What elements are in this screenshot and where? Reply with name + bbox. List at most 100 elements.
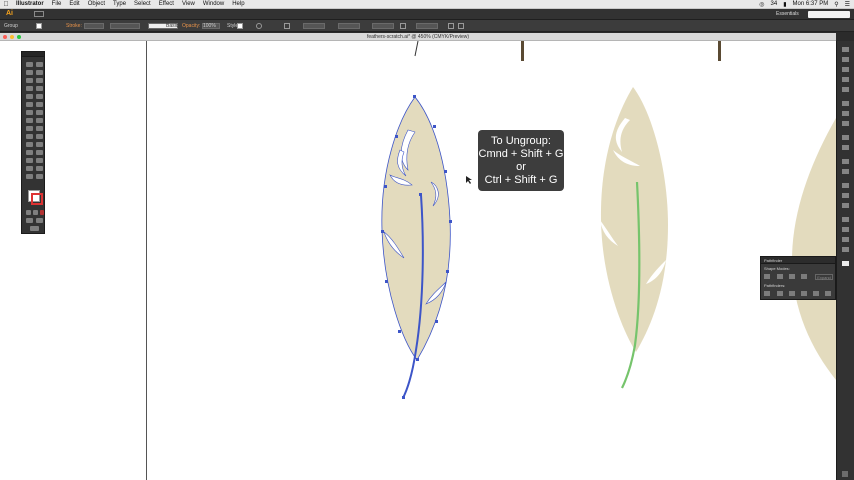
eyedropper-tool-icon[interactable]	[36, 142, 43, 147]
menu-type[interactable]: Type	[109, 0, 130, 9]
constrain-proportions-icon[interactable]	[400, 23, 406, 29]
minus-front-button[interactable]	[777, 274, 783, 279]
slice-tool-icon[interactable]	[26, 166, 33, 171]
fill-swatch[interactable]	[36, 23, 42, 29]
more-options-icon[interactable]	[458, 23, 464, 29]
paragraph-panel-icon[interactable]	[842, 203, 849, 208]
rotate-tool-icon[interactable]	[26, 110, 33, 115]
minus-back-button[interactable]	[825, 291, 831, 296]
intersect-button[interactable]	[789, 274, 795, 279]
mesh-tool-icon[interactable]	[36, 134, 43, 139]
scissors-tool-icon[interactable]	[36, 102, 43, 107]
arrange-documents-button[interactable]	[34, 11, 44, 17]
live-paint-tool-icon[interactable]	[36, 126, 43, 131]
lasso-tool-icon[interactable]	[36, 70, 43, 75]
menu-select[interactable]: Select	[130, 0, 155, 9]
perspective-grid-tool-icon[interactable]	[26, 134, 33, 139]
menu-window[interactable]: Window	[199, 0, 228, 9]
gradient-mode-icon[interactable]	[33, 210, 38, 215]
resize-corner-icon[interactable]	[842, 471, 848, 477]
y-field[interactable]	[338, 23, 360, 29]
height-field[interactable]	[416, 23, 438, 29]
opacity-label[interactable]: Opacity:	[182, 23, 200, 29]
pathfinder-panel-icon[interactable]	[842, 261, 849, 266]
graph-tool-icon[interactable]	[26, 158, 33, 163]
shape-builder-tool-icon[interactable]	[26, 126, 33, 131]
none-mode-icon[interactable]	[40, 210, 44, 215]
x-field[interactable]	[303, 23, 325, 29]
selected-feather-group[interactable]	[381, 95, 452, 399]
ellipse-tool-icon[interactable]	[36, 86, 43, 91]
apple-menu-icon[interactable]: 	[0, 1, 12, 8]
feather-body[interactable]	[600, 87, 668, 352]
menu-view[interactable]: View	[178, 0, 199, 9]
crop-button[interactable]	[801, 291, 807, 296]
align-to-icon[interactable]	[284, 23, 290, 29]
symbols-panel-icon[interactable]	[842, 87, 849, 92]
menu-edit[interactable]: Edit	[65, 0, 83, 9]
outline-button[interactable]	[813, 291, 819, 296]
pen-tool-icon[interactable]	[26, 78, 33, 83]
color-mode-icon[interactable]	[26, 210, 31, 215]
tool-icon[interactable]	[36, 174, 43, 179]
screen-mode-icon[interactable]	[30, 226, 39, 231]
menu-object[interactable]: Object	[84, 0, 109, 9]
menu-illustrator[interactable]: Illustrator	[12, 0, 48, 9]
transform-icon[interactable]	[448, 23, 454, 29]
swatches-panel-icon[interactable]	[842, 67, 849, 72]
exclude-button[interactable]	[801, 274, 807, 279]
menu-effect[interactable]: Effect	[155, 0, 178, 9]
graphic-styles-panel-icon[interactable]	[842, 145, 849, 150]
transparency-panel-icon[interactable]	[842, 121, 849, 126]
unite-button[interactable]	[764, 274, 770, 279]
selection-tool-icon[interactable]	[26, 62, 33, 67]
direct-selection-tool-icon[interactable]	[36, 62, 43, 67]
expand-button[interactable]: Expand	[815, 274, 833, 280]
brushes-panel-icon[interactable]	[842, 77, 849, 82]
width-tool-icon[interactable]	[26, 118, 33, 123]
graphic-style-swatch[interactable]	[237, 23, 243, 29]
divide-button[interactable]	[764, 291, 770, 296]
draw-inside-icon[interactable]	[36, 218, 43, 223]
stroke-panel-icon[interactable]	[842, 101, 849, 106]
variable-width-profile[interactable]	[110, 23, 140, 29]
spotlight-icon[interactable]: ⚲	[834, 1, 838, 8]
recolor-artwork-icon[interactable]	[256, 23, 262, 29]
tools-panel-grip[interactable]	[22, 52, 44, 57]
artboard-tool-icon[interactable]	[36, 158, 43, 163]
battery-level[interactable]: 34	[771, 1, 778, 7]
feather-3-partial[interactable]	[792, 118, 836, 380]
pencil-tool-icon[interactable]	[36, 94, 43, 99]
align-panel-icon[interactable]	[842, 237, 849, 242]
line-tool-icon[interactable]	[26, 86, 33, 91]
artboards-panel-icon[interactable]	[842, 169, 849, 174]
free-transform-tool-icon[interactable]	[36, 118, 43, 123]
menu-file[interactable]: File	[48, 0, 66, 9]
zoom-tool-icon[interactable]	[26, 174, 33, 179]
appearance-panel-icon[interactable]	[842, 135, 849, 140]
stroke-label[interactable]: Stroke:	[66, 23, 82, 29]
magic-wand-tool-icon[interactable]	[26, 70, 33, 75]
artboard-canvas[interactable]	[0, 41, 836, 480]
search-input[interactable]	[808, 11, 850, 18]
stroke-color-swatch[interactable]	[31, 193, 43, 205]
layers-panel-icon[interactable]	[842, 159, 849, 164]
artwork[interactable]	[0, 41, 836, 480]
width-field[interactable]	[372, 23, 394, 29]
notification-icon[interactable]: ☰	[845, 1, 850, 8]
menu-help[interactable]: Help	[228, 0, 248, 9]
libraries-panel-icon[interactable]	[842, 247, 849, 252]
gradient-panel-icon[interactable]	[842, 111, 849, 116]
eraser-tool-icon[interactable]	[26, 102, 33, 107]
hand-tool-icon[interactable]	[36, 166, 43, 171]
feather-body[interactable]	[381, 96, 451, 361]
stroke-weight-field[interactable]	[84, 23, 104, 29]
feather-2[interactable]	[600, 87, 668, 389]
color-guide-panel-icon[interactable]	[842, 57, 849, 62]
gradient-tool-icon[interactable]	[26, 142, 33, 147]
type-tool-icon[interactable]	[36, 78, 43, 83]
color-panel-icon[interactable]	[842, 47, 849, 52]
trim-button[interactable]	[777, 291, 783, 296]
wifi-icon[interactable]: ◎	[759, 1, 764, 8]
transform-panel-icon[interactable]	[842, 227, 849, 232]
